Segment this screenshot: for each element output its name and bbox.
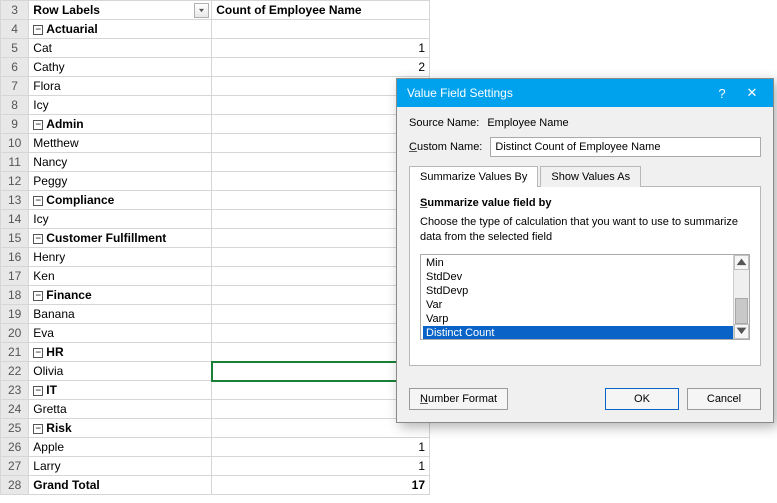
dialog-title: Value Field Settings — [407, 86, 513, 100]
filter-dropdown-icon[interactable] — [194, 3, 209, 18]
row-header[interactable]: 28 — [1, 476, 29, 495]
scroll-thumb[interactable] — [735, 298, 748, 324]
collapse-icon[interactable]: − — [33, 291, 43, 301]
scrollbar-vertical[interactable] — [733, 255, 749, 339]
item-row-label[interactable]: Banana — [29, 305, 212, 324]
item-row-value[interactable]: 1 — [212, 39, 430, 58]
group-value-cell[interactable] — [212, 20, 430, 39]
source-name-label: Source Name: — [409, 117, 479, 129]
row-header[interactable]: 17 — [1, 267, 29, 286]
row-header[interactable]: 19 — [1, 305, 29, 324]
row-header[interactable]: 15 — [1, 229, 29, 248]
row-header[interactable]: 11 — [1, 153, 29, 172]
scroll-track[interactable] — [734, 270, 749, 324]
tab-panel: Summarize value field by Choose the type… — [409, 186, 761, 366]
listbox-option[interactable]: Min — [423, 256, 749, 270]
collapse-icon[interactable]: − — [33, 196, 43, 206]
collapse-icon[interactable]: − — [33, 424, 43, 434]
row-header[interactable]: 26 — [1, 438, 29, 457]
row-header[interactable]: 27 — [1, 457, 29, 476]
custom-name-input[interactable] — [490, 137, 761, 157]
row-header[interactable]: 24 — [1, 400, 29, 419]
pivot-header-row-labels[interactable]: Row Labels — [29, 1, 212, 20]
custom-name-label: Custom Name: — [409, 141, 482, 153]
collapse-icon[interactable]: − — [33, 386, 43, 396]
row-header[interactable]: 7 — [1, 77, 29, 96]
listbox-option[interactable]: StdDevp — [423, 284, 749, 298]
item-row-value[interactable]: 2 — [212, 58, 430, 77]
row-header[interactable]: 22 — [1, 362, 29, 381]
group-row[interactable]: −Finance — [29, 286, 212, 305]
pivot-header-count[interactable]: Count of Employee Name — [212, 1, 430, 20]
group-row[interactable]: −Compliance — [29, 191, 212, 210]
row-header[interactable]: 18 — [1, 286, 29, 305]
item-row-label[interactable]: Henry — [29, 248, 212, 267]
tab-show-values-as[interactable]: Show Values As — [540, 166, 641, 187]
grand-total-value[interactable]: 17 — [212, 476, 430, 495]
item-row-label[interactable]: Icy — [29, 96, 212, 115]
row-header[interactable]: 13 — [1, 191, 29, 210]
listbox-option[interactable]: Var — [423, 298, 749, 312]
item-row-label[interactable]: Cat — [29, 39, 212, 58]
number-format-button[interactable]: Number Format — [409, 388, 508, 410]
group-row[interactable]: −IT — [29, 381, 212, 400]
collapse-icon[interactable]: − — [33, 120, 43, 130]
help-icon[interactable]: ? — [707, 86, 737, 101]
row-header[interactable]: 3 — [1, 1, 29, 20]
group-row[interactable]: −Admin — [29, 115, 212, 134]
dialog-titlebar[interactable]: Value Field Settings ? ✕ — [397, 79, 773, 107]
item-row-label[interactable]: Cathy — [29, 58, 212, 77]
item-row-label[interactable]: Metthew — [29, 134, 212, 153]
value-field-settings-dialog: Value Field Settings ? ✕ Source Name: Em… — [396, 78, 774, 423]
listbox-option[interactable]: Varp — [423, 312, 749, 326]
grand-total-label[interactable]: Grand Total — [29, 476, 212, 495]
scroll-down-icon[interactable] — [734, 324, 749, 339]
item-row-label[interactable]: Eva — [29, 324, 212, 343]
row-header[interactable]: 8 — [1, 96, 29, 115]
row-header[interactable]: 21 — [1, 343, 29, 362]
item-row-value[interactable]: 1 — [212, 457, 430, 476]
item-row-label[interactable]: Gretta — [29, 400, 212, 419]
row-header[interactable]: 14 — [1, 210, 29, 229]
row-header[interactable]: 12 — [1, 172, 29, 191]
row-header[interactable]: 20 — [1, 324, 29, 343]
close-icon[interactable]: ✕ — [737, 85, 767, 101]
row-header[interactable]: 6 — [1, 58, 29, 77]
ok-button[interactable]: OK — [605, 388, 679, 410]
item-row-value[interactable]: 1 — [212, 438, 430, 457]
row-header[interactable]: 9 — [1, 115, 29, 134]
collapse-icon[interactable]: − — [33, 25, 43, 35]
tab-summarize-values-by[interactable]: Summarize Values By — [409, 166, 538, 187]
item-row-label[interactable]: Icy — [29, 210, 212, 229]
summary-function-listbox[interactable]: MinStdDevStdDevpVarVarpDistinct Count — [420, 254, 750, 340]
section-description: Choose the type of calculation that you … — [420, 215, 750, 246]
pivot-table[interactable]: 3Row LabelsCount of Employee Name 4−Actua… — [0, 0, 430, 495]
listbox-option[interactable]: StdDev — [423, 270, 749, 284]
section-label: Summarize value field by — [420, 197, 750, 209]
group-row[interactable]: −Risk — [29, 419, 212, 438]
item-row-label[interactable]: Peggy — [29, 172, 212, 191]
item-row-label[interactable]: Nancy — [29, 153, 212, 172]
group-row[interactable]: −Actuarial — [29, 20, 212, 39]
listbox-option[interactable]: Distinct Count — [423, 326, 749, 340]
item-row-label[interactable]: Olivia — [29, 362, 212, 381]
row-header[interactable]: 5 — [1, 39, 29, 58]
item-row-label[interactable]: Larry — [29, 457, 212, 476]
item-row-label[interactable]: Flora — [29, 77, 212, 96]
source-name-value: Employee Name — [487, 117, 568, 129]
cancel-button[interactable]: Cancel — [687, 388, 761, 410]
row-header[interactable]: 25 — [1, 419, 29, 438]
item-row-label[interactable]: Apple — [29, 438, 212, 457]
group-row[interactable]: −Customer Fulfillment — [29, 229, 212, 248]
row-header[interactable]: 16 — [1, 248, 29, 267]
group-row[interactable]: −HR — [29, 343, 212, 362]
row-header[interactable]: 4 — [1, 20, 29, 39]
collapse-icon[interactable]: − — [33, 348, 43, 358]
collapse-icon[interactable]: − — [33, 234, 43, 244]
item-row-label[interactable]: Ken — [29, 267, 212, 286]
row-header[interactable]: 23 — [1, 381, 29, 400]
scroll-up-icon[interactable] — [734, 255, 749, 270]
row-header[interactable]: 10 — [1, 134, 29, 153]
